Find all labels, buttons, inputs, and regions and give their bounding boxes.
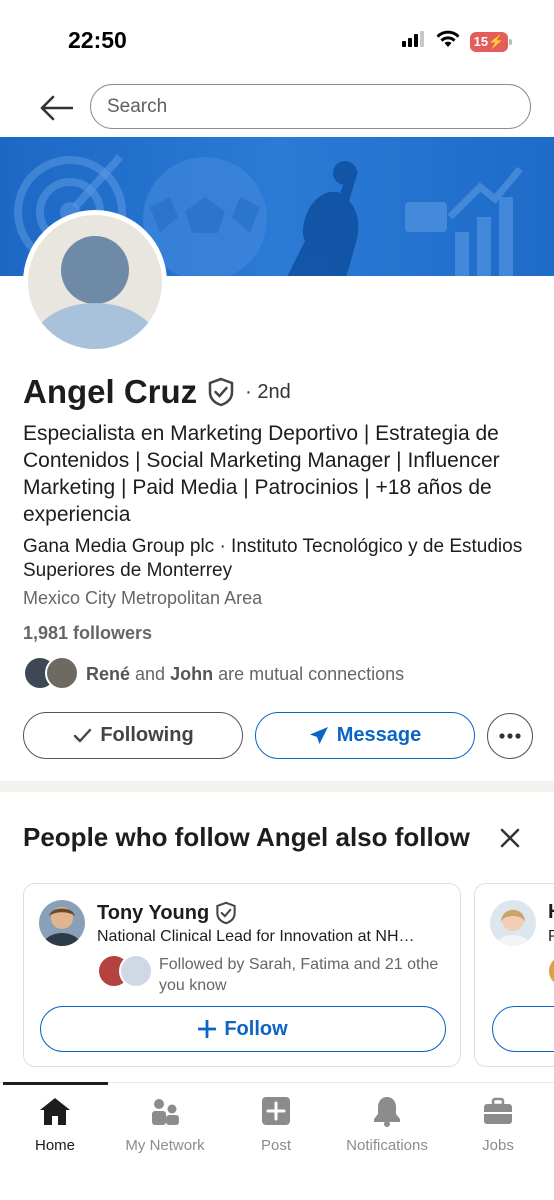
back-button[interactable] xyxy=(36,90,76,126)
followers-count[interactable]: 1,981 followers xyxy=(23,623,152,644)
arrow-left-icon xyxy=(40,95,73,121)
follow-button[interactable] xyxy=(492,1006,554,1052)
battery-level: 15 xyxy=(473,34,489,49)
message-label: Message xyxy=(336,724,422,746)
home-icon xyxy=(38,1093,72,1129)
connection-degree: · 2nd xyxy=(245,380,291,403)
nav-label: Post xyxy=(260,1137,291,1154)
profile-name-row: Angel Cruz · 2nd xyxy=(23,373,291,411)
top-nav: Search xyxy=(0,80,554,136)
profile-avatar[interactable] xyxy=(23,210,167,354)
mutual-suffix: are mutual connections xyxy=(213,663,405,684)
avatar xyxy=(119,954,153,988)
briefcase-icon xyxy=(482,1093,514,1129)
mutual-name-2: John xyxy=(170,663,214,684)
suggestions-title: People who follow Angel also follow xyxy=(23,822,470,852)
nav-jobs[interactable]: Jobs xyxy=(443,1093,553,1154)
search-input[interactable]: Search xyxy=(90,84,531,129)
card-headline: National Clinical Lead for Innovation at… xyxy=(97,928,415,945)
card-mutual-text: Followed by Sarah, Fatima and 21 othe yo… xyxy=(159,956,439,994)
mutual-name-1: René xyxy=(86,663,131,684)
nav-label: Home xyxy=(34,1137,75,1154)
more-options-button[interactable] xyxy=(487,713,533,759)
verified-shield-icon[interactable] xyxy=(207,377,235,407)
battery-icon: 15 ⚡ xyxy=(470,31,512,52)
nav-home[interactable]: Home xyxy=(0,1093,110,1154)
mutual-avatars xyxy=(23,656,81,692)
status-time: 22:50 xyxy=(68,27,127,53)
card-name-row: H xyxy=(548,901,554,924)
following-label: Following xyxy=(100,724,194,746)
following-button[interactable]: Following xyxy=(23,712,243,759)
people-icon xyxy=(149,1093,181,1129)
plus-icon xyxy=(198,1020,217,1038)
profile-name: Angel Cruz xyxy=(23,373,198,410)
close-icon xyxy=(500,828,520,848)
active-tab-indicator xyxy=(3,1082,108,1085)
mutual-connections-text: René and John are mutual connections xyxy=(86,664,404,685)
nav-label: My Network xyxy=(125,1137,205,1154)
suggestion-card[interactable]: Tony Young National Clinical Lead for In… xyxy=(23,883,461,1067)
profile-headline: Especialista en Marketing Deportivo | Es… xyxy=(23,422,500,526)
nav-label: Jobs xyxy=(482,1137,514,1154)
avatar xyxy=(547,954,554,988)
nav-my-network[interactable]: My Network xyxy=(110,1093,220,1154)
suggestion-card[interactable]: H P xyxy=(474,883,554,1067)
more-horizontal-icon xyxy=(499,733,521,739)
add-post-icon xyxy=(261,1093,291,1129)
nav-notifications[interactable]: Notifications xyxy=(332,1093,442,1154)
mutual-avatars xyxy=(97,954,155,988)
wifi-icon xyxy=(436,30,460,53)
mutual-avatars xyxy=(547,954,554,988)
bottom-nav: Home My Network Post Notifications Jobs xyxy=(0,1082,554,1200)
cellular-signal-icon xyxy=(402,31,426,52)
message-button[interactable]: Message xyxy=(255,712,475,759)
avatar xyxy=(39,900,85,946)
card-name: Tony Young xyxy=(97,901,210,924)
card-headline: P xyxy=(548,928,554,946)
verified-shield-icon xyxy=(216,901,236,925)
profile-company[interactable]: Gana Media Group plc · Instituto Tecnoló… xyxy=(23,535,523,583)
avatar xyxy=(45,656,79,690)
avatar xyxy=(490,900,536,946)
card-name-row: Tony Young xyxy=(97,901,237,925)
avatar-placeholder xyxy=(28,215,162,349)
send-icon xyxy=(309,726,328,744)
profile-location: Mexico City Metropolitan Area xyxy=(23,588,263,608)
checkmark-icon xyxy=(74,728,92,742)
mutual-connections[interactable]: René and John are mutual connections xyxy=(23,656,404,692)
close-suggestions-button[interactable] xyxy=(497,825,523,851)
bell-icon xyxy=(372,1093,402,1129)
status-icons: 15 ⚡ xyxy=(402,30,512,53)
follow-label: Follow xyxy=(224,1017,288,1040)
card-name: H xyxy=(548,901,554,924)
section-divider xyxy=(0,781,554,792)
status-bar: 22:50 15 ⚡ xyxy=(0,0,554,80)
nav-post[interactable]: Post xyxy=(221,1093,331,1154)
profile-actions: Following Message xyxy=(23,712,533,760)
nav-label: Notifications xyxy=(346,1137,428,1154)
mutual-and: and xyxy=(130,663,171,684)
follow-button[interactable]: Follow xyxy=(40,1006,446,1052)
